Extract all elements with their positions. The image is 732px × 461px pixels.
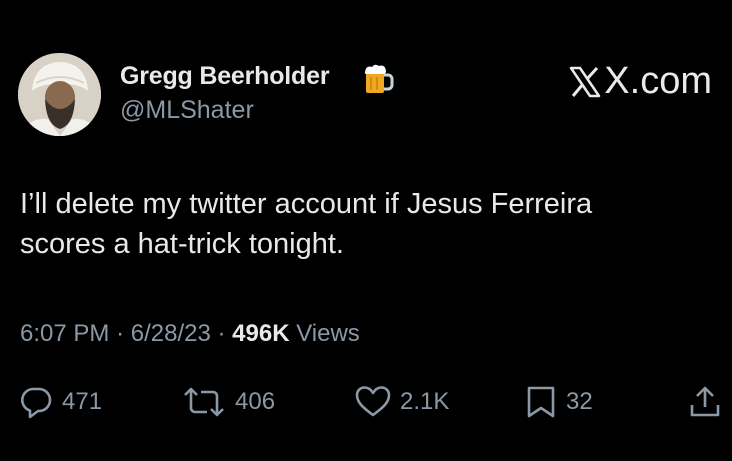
- views-count: 496K: [232, 320, 290, 347]
- share-icon: [690, 386, 720, 417]
- beer-mug-icon: [361, 62, 395, 96]
- tweet-text-line: scores a hat-trick tonight.: [20, 228, 344, 260]
- heart-icon: [355, 386, 391, 417]
- tweet-metadata: 6:07 PM · 6/28/23 · 496K Views: [20, 320, 360, 348]
- reply-icon: [21, 387, 52, 419]
- tweet-time[interactable]: 6:07 PM: [20, 320, 109, 347]
- meta-separator: ·: [217, 320, 226, 347]
- display-name[interactable]: Gregg Beerholder: [120, 62, 330, 91]
- tweet-actions-bar: 471 406 2.1K 32: [0, 380, 732, 424]
- retweet-count: 406: [235, 388, 276, 415]
- bookmark-button[interactable]: 32: [524, 380, 593, 424]
- like-button[interactable]: 2.1K: [354, 380, 449, 424]
- brand-text: X.com: [604, 60, 712, 102]
- x-logo-icon: [570, 66, 601, 97]
- x-com-label: X.com: [568, 60, 712, 103]
- retweet-icon: [184, 387, 224, 417]
- reply-button[interactable]: 471: [18, 380, 102, 424]
- avatar-image: [18, 53, 101, 136]
- tweet-card: Gregg Beerholder @MLShater X.com I’ll de…: [0, 0, 732, 461]
- meta-separator: ·: [116, 320, 125, 347]
- tweet-date[interactable]: 6/28/23: [131, 320, 211, 347]
- views-label: Views: [296, 320, 360, 347]
- tweet-text-line: I’ll delete my twitter account if Jesus …: [20, 188, 593, 220]
- user-handle[interactable]: @MLShater: [120, 96, 254, 125]
- bookmark-count: 32: [566, 388, 593, 415]
- share-button[interactable]: [688, 380, 722, 424]
- retweet-button[interactable]: 406: [181, 380, 275, 424]
- avatar[interactable]: [18, 53, 101, 136]
- like-count: 2.1K: [400, 388, 450, 415]
- reply-count: 471: [62, 388, 103, 415]
- bookmark-icon: [527, 386, 555, 418]
- tweet-text: I’ll delete my twitter account if Jesus …: [20, 184, 710, 264]
